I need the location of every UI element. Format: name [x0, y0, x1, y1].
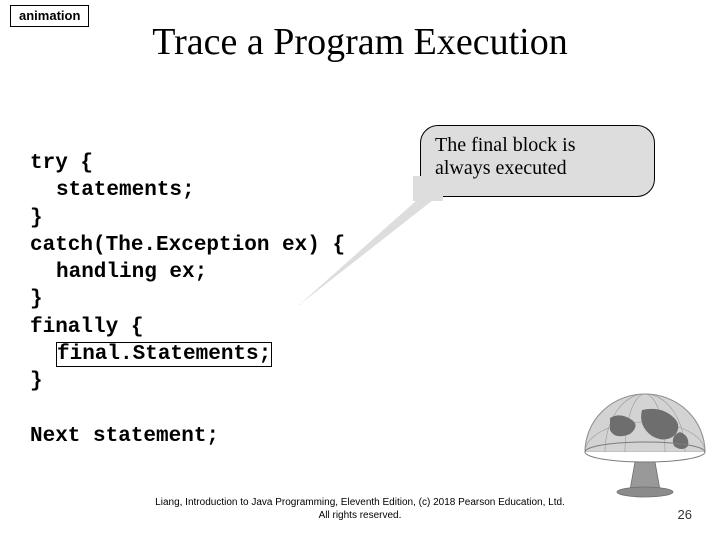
- slide: animation Trace a Program Execution The …: [0, 0, 720, 540]
- code-l5: handling ex;: [30, 259, 207, 286]
- callout-line2: always executed: [435, 157, 567, 179]
- code-l2: statements;: [30, 177, 195, 204]
- callout-box: The final block is always executed: [420, 125, 655, 197]
- code-l8-wrap: final.Statements;: [30, 341, 272, 368]
- callout-line1: The final block is: [435, 134, 576, 156]
- slide-title: Trace a Program Execution: [0, 20, 720, 64]
- footer-line2: All rights reserved.: [319, 510, 402, 521]
- page-number: 26: [678, 507, 692, 522]
- code-l4: catch(The.Exception ex) {: [30, 234, 345, 257]
- code-l10: Next statement;: [30, 425, 219, 448]
- code-l9: }: [30, 370, 43, 393]
- code-l1: try {: [30, 152, 93, 175]
- code-l6: }: [30, 288, 43, 311]
- footer: Liang, Introduction to Java Programming,…: [0, 496, 720, 522]
- globe-icon: [580, 390, 710, 500]
- code-block: try { statements; } catch(The.Exception …: [30, 150, 345, 450]
- code-l3: }: [30, 207, 43, 230]
- code-l7: finally {: [30, 316, 143, 339]
- footer-line1: Liang, Introduction to Java Programming,…: [155, 497, 565, 508]
- code-l8-highlight: final.Statements;: [56, 342, 272, 367]
